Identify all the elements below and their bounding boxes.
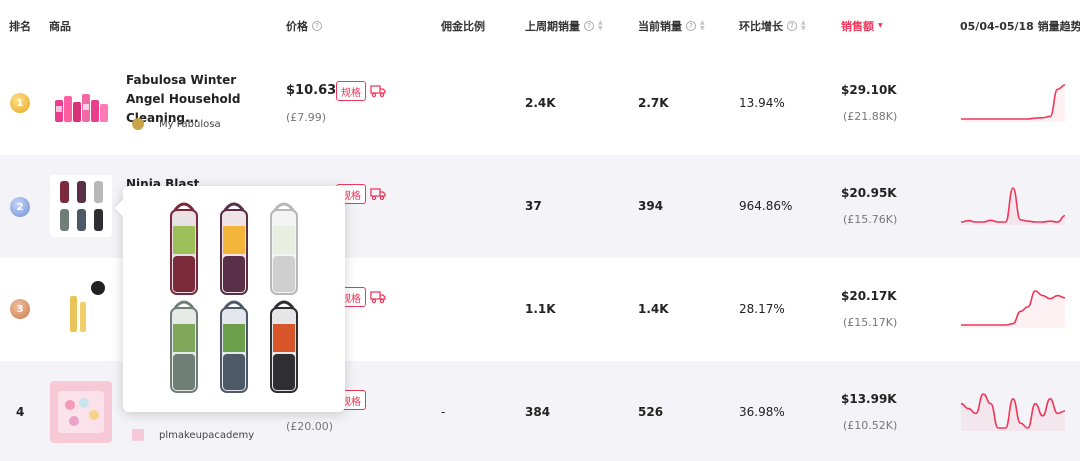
growth-rate: 36.98% — [739, 405, 785, 419]
last-week-sales: 37 — [525, 199, 542, 213]
shipping-truck-icon — [370, 291, 386, 304]
shipping-truck-icon — [370, 188, 386, 201]
revenue-local: (£10.52K) — [843, 419, 898, 432]
makeup-palette-image — [50, 381, 112, 443]
cleaning-products-image — [50, 72, 112, 134]
header-price[interactable]: 价格? — [286, 18, 322, 34]
current-sales: 2.7K — [638, 96, 669, 110]
product-thumbnail[interactable] — [50, 278, 112, 340]
sales-trend-sparkline — [961, 84, 1066, 122]
mascara-product-image — [50, 278, 112, 340]
header-last-week-sales[interactable]: 上周期销量? ▲ ▼ — [525, 18, 603, 34]
revenue-local: (£15.76K) — [843, 213, 898, 226]
product-thumbnail[interactable] — [50, 72, 112, 134]
product-thumbnail[interactable] — [50, 381, 112, 443]
help-icon[interactable]: ? — [584, 21, 594, 31]
sort-icon[interactable]: ▲ ▼ — [598, 20, 603, 32]
current-sales: 526 — [638, 405, 664, 419]
commission-rate: - — [441, 405, 446, 419]
header-rank: 排名 — [9, 20, 31, 33]
sparkline-area — [961, 188, 1065, 225]
rank-number: 4 — [16, 405, 25, 419]
last-week-sales: 1.1K — [525, 302, 556, 316]
help-icon[interactable]: ? — [787, 21, 797, 31]
sales-trend-sparkline — [960, 393, 1066, 431]
sort-icon[interactable]: ▲ ▼ — [801, 20, 806, 32]
revenue: $29.10K — [841, 83, 897, 97]
price-local: (£7.99) — [286, 111, 327, 124]
table-header: 排名 商品 价格? 佣金比例 上周期销量? ▲ ▼ 当前销量? ▲ ▼ 环比增长? ▲ ▼ … — [0, 0, 1080, 52]
product-image-popup — [123, 186, 345, 412]
header-revenue[interactable]: 销售额▲▼ — [841, 18, 883, 34]
last-week-sales: 2.4K — [525, 96, 556, 110]
header-commission: 佣金比例 — [441, 20, 485, 33]
header-current-sales[interactable]: 当前销量? ▲ ▼ — [638, 18, 705, 34]
sales-trend-sparkline — [961, 290, 1066, 328]
revenue: $20.17K — [841, 289, 897, 303]
current-sales: 1.4K — [638, 302, 669, 316]
growth-rate: 964.86% — [739, 199, 793, 213]
last-week-sales: 384 — [525, 405, 551, 419]
price: $10.63 — [286, 83, 337, 98]
shipping-truck-icon — [370, 85, 386, 98]
blender-product-image — [50, 175, 112, 237]
rank-medal-gold: 1 — [10, 93, 30, 113]
revenue: $20.95K — [841, 186, 897, 200]
help-icon[interactable]: ? — [686, 21, 696, 31]
shop-logo-icon — [132, 118, 144, 130]
sort-icon[interactable]: ▲ ▼ — [700, 20, 705, 32]
shop-link[interactable]: My Fabulosa — [132, 118, 221, 130]
revenue: $13.99K — [841, 392, 897, 406]
growth-rate: 28.17% — [739, 302, 785, 316]
sales-trend-sparkline — [960, 187, 1066, 225]
rank-medal-silver: 2 — [10, 197, 30, 217]
header-growth[interactable]: 环比增长? ▲ ▼ — [739, 18, 806, 34]
help-icon[interactable]: ? — [312, 21, 322, 31]
spec-button[interactable]: 规格 — [336, 81, 366, 101]
current-sales: 394 — [638, 199, 664, 213]
revenue-local: (£21.88K) — [843, 110, 898, 123]
table-row[interactable]: 1 Fabulosa Winter Angel Household Cleani… — [0, 52, 1080, 155]
header-trend: 05/04-05/18 销量趋势 — [960, 20, 1080, 33]
shop-logo-icon — [132, 429, 144, 441]
sparkline-area — [961, 291, 1065, 328]
product-thumbnail[interactable] — [50, 175, 112, 237]
header-product: 商品 — [49, 20, 71, 33]
blender-enlarged-image — [170, 202, 298, 393]
sort-desc-icon[interactable]: ▲▼ — [878, 23, 883, 29]
growth-rate: 13.94% — [739, 96, 785, 110]
shop-link[interactable]: plmakeupacademy — [132, 429, 254, 441]
revenue-local: (£15.17K) — [843, 316, 898, 329]
rank-medal-bronze: 3 — [10, 299, 30, 319]
price-local: (£20.00) — [286, 420, 334, 433]
sparkline-line — [961, 84, 1066, 120]
